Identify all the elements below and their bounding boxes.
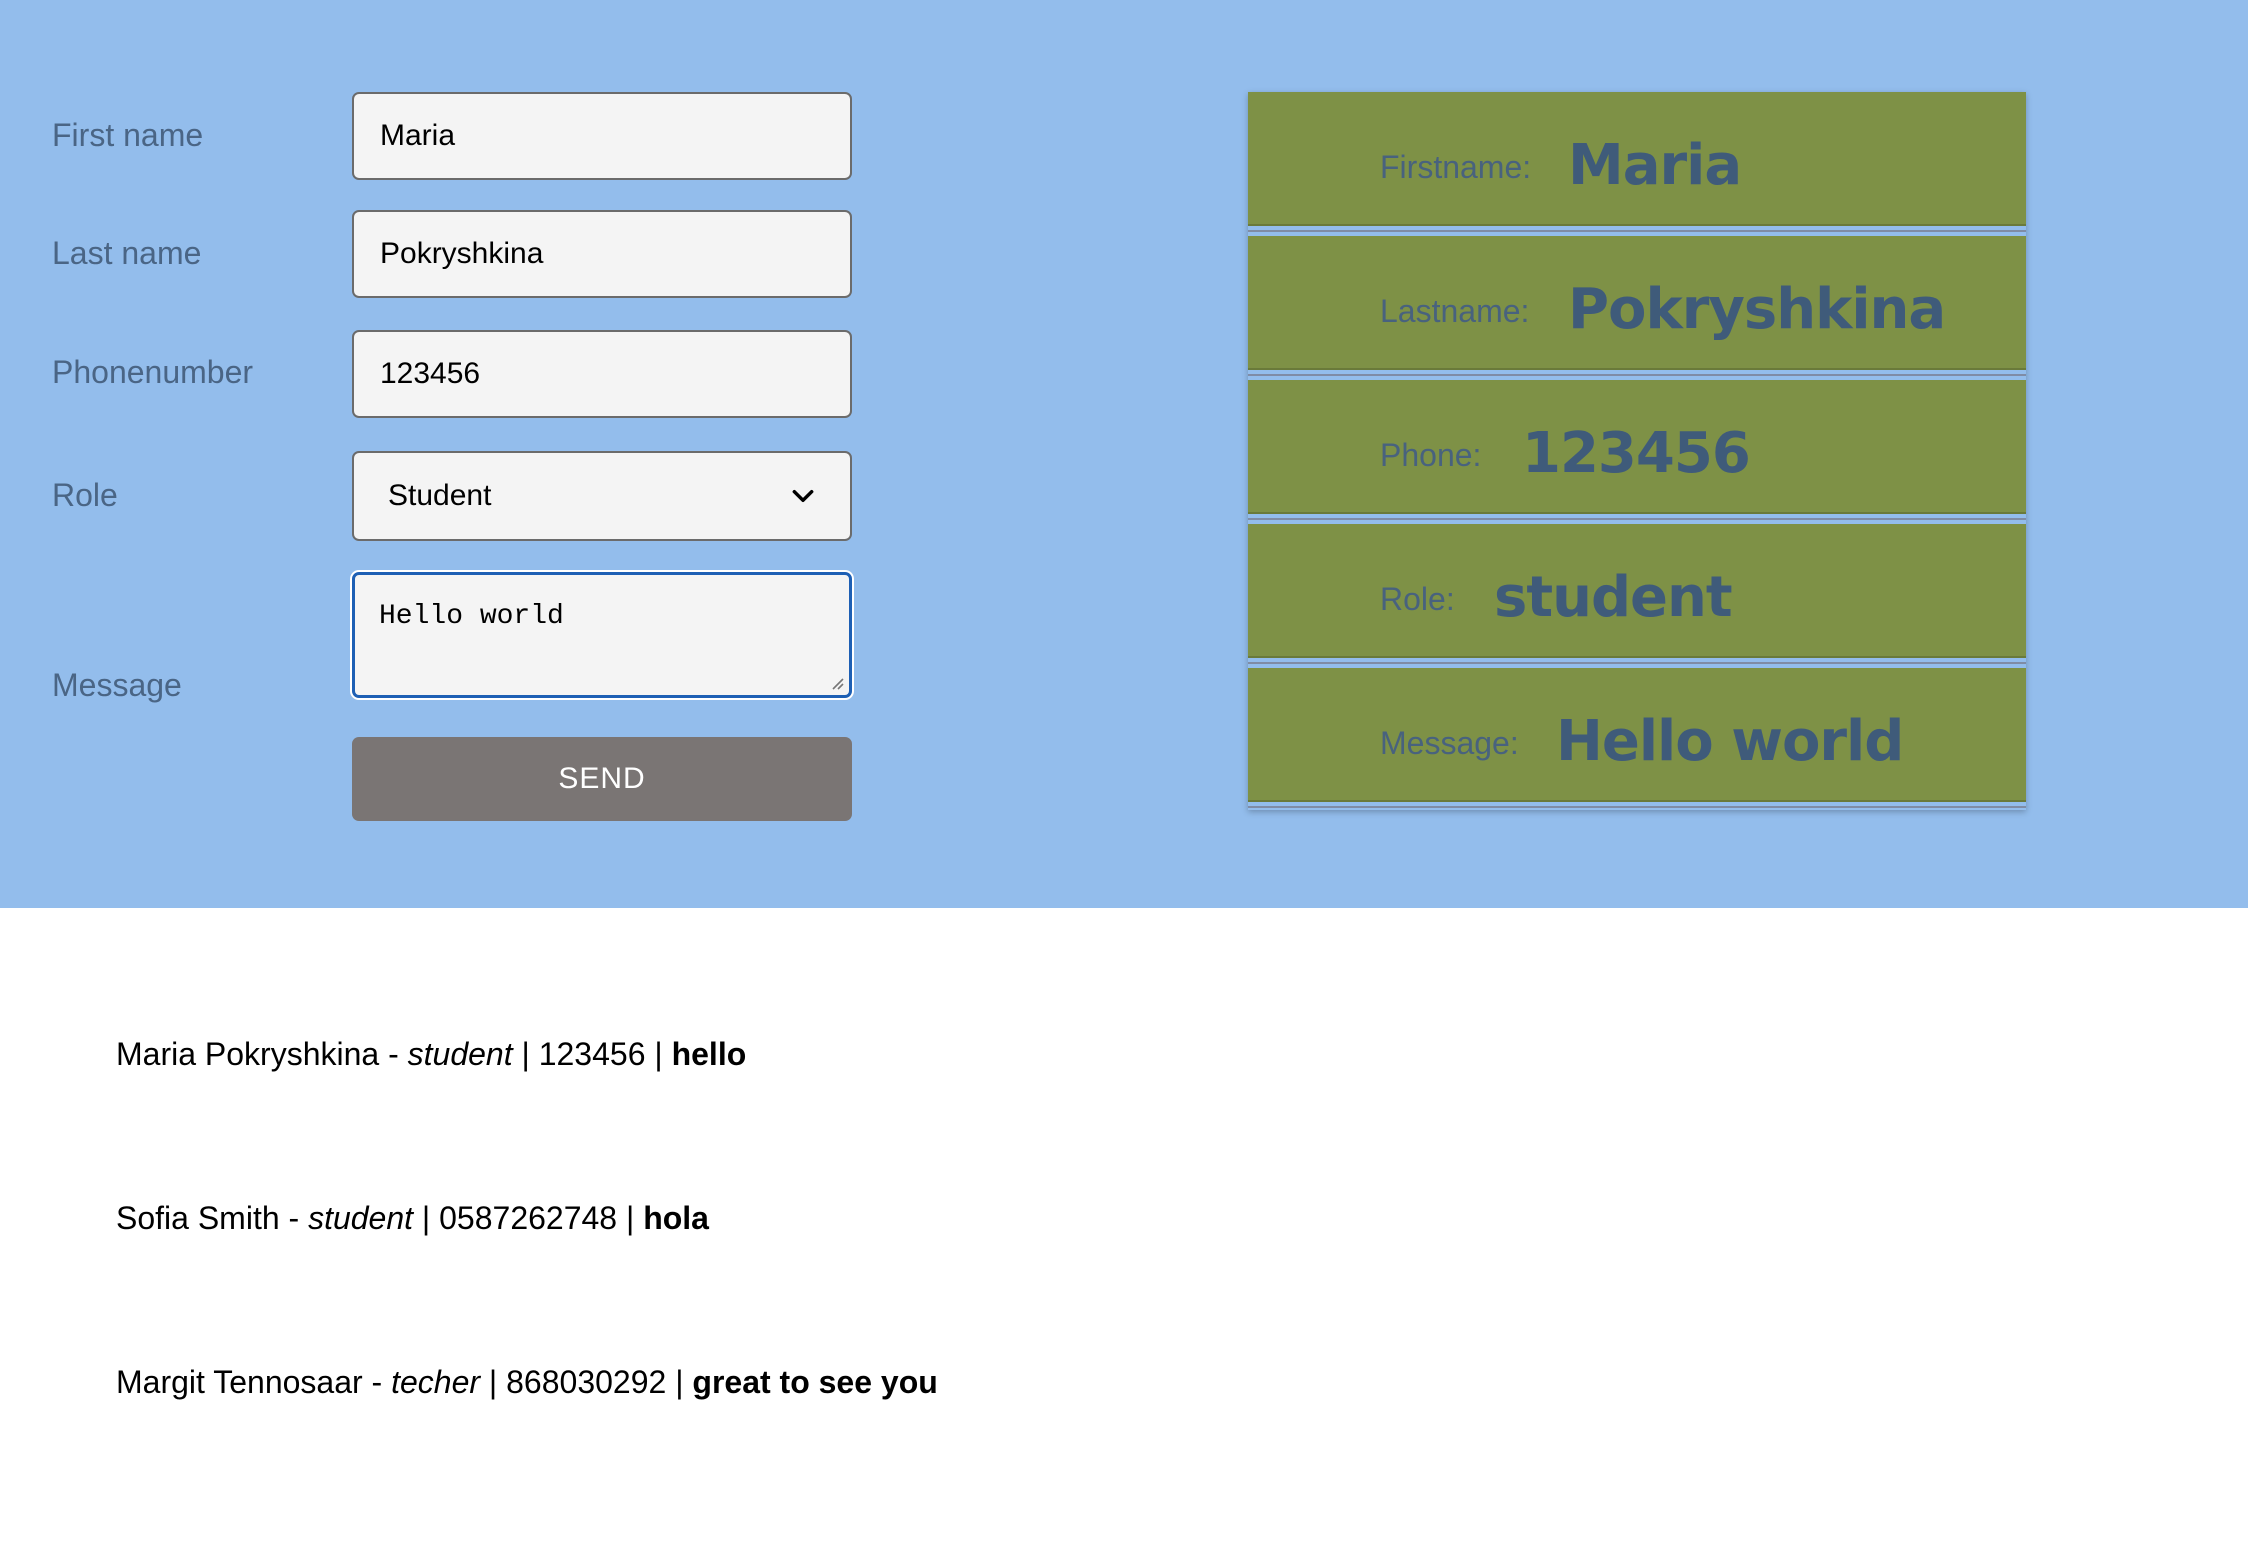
preview-lastname-label: Lastname: <box>1380 293 1530 329</box>
chevron-down-icon <box>792 489 814 503</box>
preview-row-message: Message: Hello world <box>1248 668 2026 808</box>
entry-message: hola <box>643 1200 709 1236</box>
preview-row-phone: Phone: 123456 <box>1248 380 2026 520</box>
preview-phone-label: Phone: <box>1380 437 1482 473</box>
entry-message: great to see you <box>692 1364 938 1400</box>
phone-input-value: 123456 <box>380 357 481 390</box>
list-item: Margit Tennosaar - techer | 868030292 | … <box>116 1364 938 1401</box>
preview-row-role: Role: student <box>1248 524 2026 664</box>
message-textarea[interactable]: Hello world <box>352 572 852 698</box>
first-name-input-value: Maria <box>380 119 456 152</box>
entry-bar: | <box>413 1200 440 1236</box>
preview-message-value: Hello world <box>1556 709 1904 774</box>
entry-role: student <box>308 1200 414 1236</box>
entry-bar: | <box>480 1364 507 1400</box>
entry-phone: 123456 <box>538 1036 646 1072</box>
preview-firstname-value: Maria <box>1568 133 1742 198</box>
entry-role: student <box>407 1036 513 1072</box>
message-textarea-value: Hello world <box>379 601 564 632</box>
last-name-input[interactable]: Pokryshkina <box>352 210 852 298</box>
entry-dash: - <box>379 1036 408 1072</box>
preview-role-label: Role: <box>1380 581 1455 617</box>
preview-card: Firstname: Maria Lastname: Pokryshkina P… <box>1248 92 2026 810</box>
entry-bar: | <box>512 1036 539 1072</box>
entry-name: Sofia Smith <box>116 1200 280 1236</box>
last-name-label: Last name <box>52 235 202 271</box>
entry-dash: - <box>362 1364 392 1400</box>
phone-label: Phonenumber <box>52 354 254 390</box>
role-select-value: Student <box>388 479 492 512</box>
entry-bar: | <box>666 1364 693 1400</box>
first-name-label: First name <box>52 117 204 153</box>
preview-row-firstname: Firstname: Maria <box>1248 92 2026 232</box>
entry-message: hello <box>671 1036 747 1072</box>
preview-firstname-label: Firstname: <box>1380 149 1532 185</box>
message-label: Message <box>52 667 182 703</box>
entry-bar: | <box>617 1200 644 1236</box>
entry-role: techer <box>391 1364 481 1400</box>
entry-phone: 868030292 <box>506 1364 667 1400</box>
role-label: Role <box>52 477 118 513</box>
phone-input[interactable]: 123456 <box>352 330 852 418</box>
role-select[interactable]: Student <box>352 451 852 541</box>
preview-lastname-value: Pokryshkina <box>1568 277 1946 342</box>
entry-name: Margit Tennosaar <box>116 1364 363 1400</box>
entry-bar: | <box>645 1036 672 1072</box>
entry-name: Maria Pokryshkina <box>116 1036 380 1072</box>
preview-row-lastname: Lastname: Pokryshkina <box>1248 236 2026 376</box>
preview-phone-value: 123456 <box>1522 421 1751 486</box>
list-item: Maria Pokryshkina - student | 123456 | h… <box>116 1036 746 1073</box>
entry-phone: 0587262748 <box>439 1200 618 1236</box>
last-name-input-value: Pokryshkina <box>380 237 544 270</box>
preview-message-label: Message: <box>1380 725 1519 761</box>
first-name-input[interactable]: Maria <box>352 92 852 180</box>
list-item: Sofia Smith - student | 0587262748 | hol… <box>116 1200 709 1237</box>
preview-role-value: student <box>1494 565 1733 630</box>
send-button[interactable]: SEND <box>352 737 852 821</box>
entry-dash: - <box>279 1200 309 1236</box>
form-section: First name Last name Phonenumber Role Me… <box>0 0 2248 908</box>
resize-handle-icon[interactable] <box>829 675 845 691</box>
